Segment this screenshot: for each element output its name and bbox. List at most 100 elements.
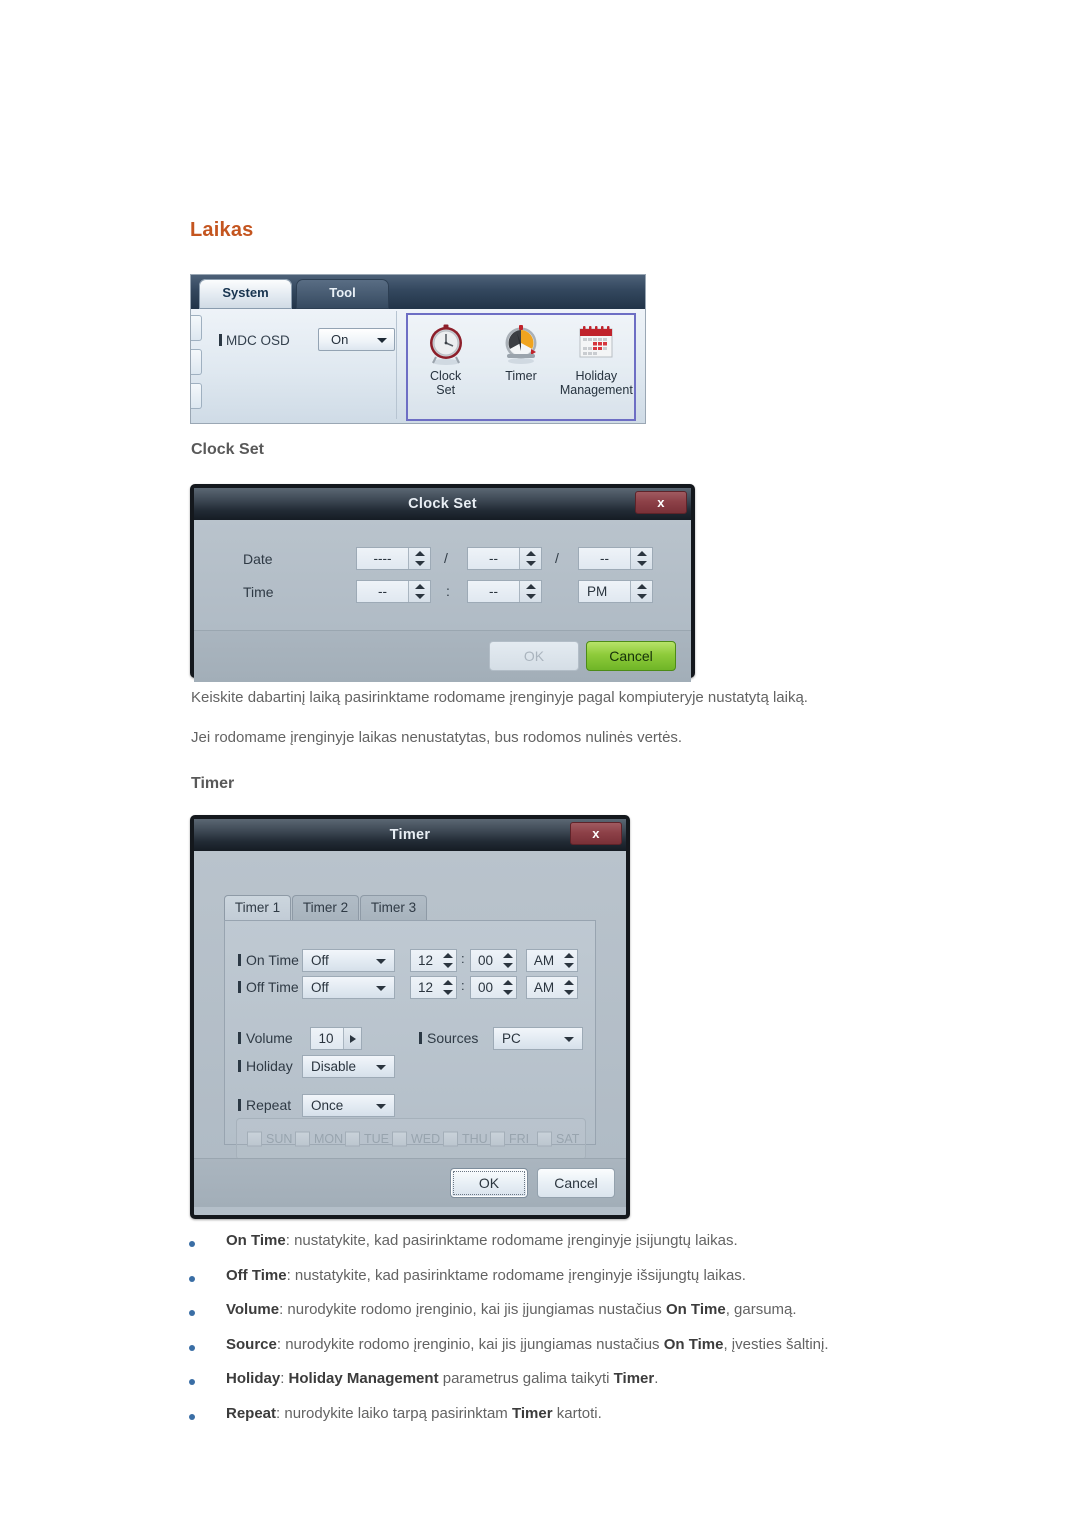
tab-timer-2[interactable]: Timer 2 (292, 895, 359, 921)
volume-label: Volume (238, 1030, 293, 1046)
weekday-label-sat: SAT (556, 1132, 580, 1146)
clock-set-title: Clock Set (408, 496, 477, 512)
spinner-arrows-icon[interactable] (630, 581, 652, 602)
bullet-text: : nustatykite, kad pasirinktame rodomame… (285, 1232, 738, 1249)
volume-stepper[interactable]: 10 (310, 1027, 362, 1050)
page-title: Laikas (190, 219, 254, 241)
list-item: Repeat: nurodykite laiko tarpą pasirinkt… (186, 1405, 1046, 1440)
close-icon[interactable]: x (635, 491, 687, 514)
spinner-arrows-icon[interactable] (500, 977, 516, 998)
checkbox-mon[interactable] (295, 1131, 310, 1147)
tab-tool[interactable]: Tool (296, 279, 389, 309)
date-separator-2: / (555, 550, 559, 566)
weekday-label-tue: TUE (364, 1132, 389, 1146)
mdc-osd-value: On (331, 332, 349, 347)
time-hour-spinner[interactable]: -- (356, 580, 431, 603)
partial-item-1 (191, 315, 202, 341)
off-time-hour-value: 12 (417, 980, 434, 995)
timer-footer: OK Cancel (194, 1158, 626, 1207)
tab-timer-1[interactable]: Timer 1 (224, 895, 291, 921)
spinner-arrows-icon[interactable] (630, 548, 652, 569)
ribbon-label-holiday-management: Holiday Management (559, 369, 633, 397)
clock-set-ok-button[interactable]: OK (489, 641, 579, 671)
close-icon[interactable]: x (570, 822, 622, 845)
chevron-down-icon (377, 338, 387, 343)
off-time-mode-select[interactable]: Off (302, 976, 395, 999)
sources-select[interactable]: PC (493, 1027, 583, 1050)
bullet-text: : (280, 1370, 289, 1387)
spinner-arrows-icon[interactable] (561, 977, 577, 998)
on-time-mode-select[interactable]: Off (302, 949, 395, 972)
timer-ok-button[interactable]: OK (450, 1168, 528, 1198)
bullet-term-2: Holiday Management (288, 1370, 439, 1387)
ribbon-button-holiday-management[interactable]: Holiday Management (559, 315, 634, 419)
checkbox-sun[interactable] (247, 1131, 262, 1147)
label-marker-icon (238, 981, 241, 993)
label-marker-icon (238, 954, 241, 966)
on-time-hour-spinner[interactable]: 12 (410, 949, 457, 972)
off-time-hour-spinner[interactable]: 12 (410, 976, 457, 999)
spinner-arrows-icon[interactable] (519, 581, 541, 602)
tab-system[interactable]: System (199, 279, 292, 309)
bullet-icon (189, 1413, 195, 1420)
spinner-arrows-icon[interactable] (408, 548, 430, 569)
bullet-term-3: Timer (613, 1370, 655, 1387)
on-time-minute-value: 00 (477, 953, 494, 968)
stepper-right-icon[interactable] (343, 1028, 361, 1049)
mdc-osd-select[interactable]: On (318, 328, 395, 351)
tab-timer-3[interactable]: Timer 3 (360, 895, 427, 921)
timer-tabstrip: Timer 1 Timer 2 Timer 3 (224, 895, 596, 921)
checkbox-wed[interactable] (392, 1131, 407, 1147)
timer-cancel-button[interactable]: Cancel (537, 1168, 615, 1198)
checkbox-thu[interactable] (443, 1131, 458, 1147)
off-time-meridiem-spinner[interactable]: AM (526, 976, 578, 999)
label-marker-icon (238, 1099, 241, 1111)
holiday-label: Holiday (238, 1058, 293, 1074)
checkbox-sat[interactable] (537, 1131, 552, 1147)
timer-gauge-icon (498, 321, 544, 367)
on-time-hour-value: 12 (417, 953, 434, 968)
clock-set-cancel-button[interactable]: Cancel (586, 641, 676, 671)
bullet-term: On Time (226, 1232, 286, 1249)
repeat-value: Once (311, 1098, 344, 1113)
bullet-term: Repeat (226, 1404, 277, 1422)
ribbon-button-clock-set[interactable]: Clock Set (408, 315, 483, 419)
spinner-arrows-icon[interactable] (519, 548, 541, 569)
section-heading-clock-set: Clock Set (191, 441, 264, 458)
bullet-text: : nurodykite laiko tarpą pasirinktam (276, 1404, 512, 1422)
bullet-term-2: On Time (665, 1301, 726, 1318)
time-minute-spinner[interactable]: -- (467, 580, 542, 603)
paragraph-1: Keiskite dabartinį laiką pasirinktame ro… (191, 689, 808, 706)
bullet-term: Source (226, 1335, 277, 1353)
time-minute-value: -- (489, 584, 498, 599)
bullet-term: Holiday (226, 1370, 281, 1387)
holiday-select[interactable]: Disable (302, 1055, 395, 1078)
off-time-minute-value: 00 (477, 980, 494, 995)
mdc-osd-label: MDC OSD (219, 333, 290, 348)
repeat-select[interactable]: Once (302, 1094, 395, 1117)
spinner-arrows-icon[interactable] (408, 581, 430, 602)
date-month-spinner[interactable]: -- (467, 547, 542, 570)
chevron-down-icon (376, 986, 386, 991)
off-time-minute-spinner[interactable]: 00 (470, 976, 517, 999)
label-marker-icon (419, 1032, 422, 1044)
on-time-meridiem-spinner[interactable]: AM (526, 949, 578, 972)
spinner-arrows-icon[interactable] (440, 950, 456, 971)
checkbox-tue[interactable] (345, 1131, 360, 1147)
bullet-icon (189, 1241, 195, 1247)
on-time-meridiem-value: AM (533, 953, 555, 968)
checkbox-fri[interactable] (490, 1131, 505, 1147)
date-year-spinner[interactable]: ---- (356, 547, 431, 570)
description-list: On Time: nustatykite, kad pasirinktame r… (186, 1232, 1046, 1439)
time-meridiem-spinner[interactable]: PM (578, 580, 653, 603)
on-time-minute-spinner[interactable]: 00 (470, 949, 517, 972)
timer-dialog: Timer x Timer 1 Timer 2 Timer 3 On Time … (190, 815, 630, 1219)
on-time-separator: : (461, 951, 465, 966)
date-day-spinner[interactable]: -- (578, 547, 653, 570)
bullet-icon (189, 1379, 195, 1385)
ribbon-button-timer[interactable]: Timer (483, 315, 558, 419)
spinner-arrows-icon[interactable] (500, 950, 516, 971)
clock-set-footer: OK Cancel (194, 630, 691, 682)
spinner-arrows-icon[interactable] (561, 950, 577, 971)
spinner-arrows-icon[interactable] (440, 977, 456, 998)
